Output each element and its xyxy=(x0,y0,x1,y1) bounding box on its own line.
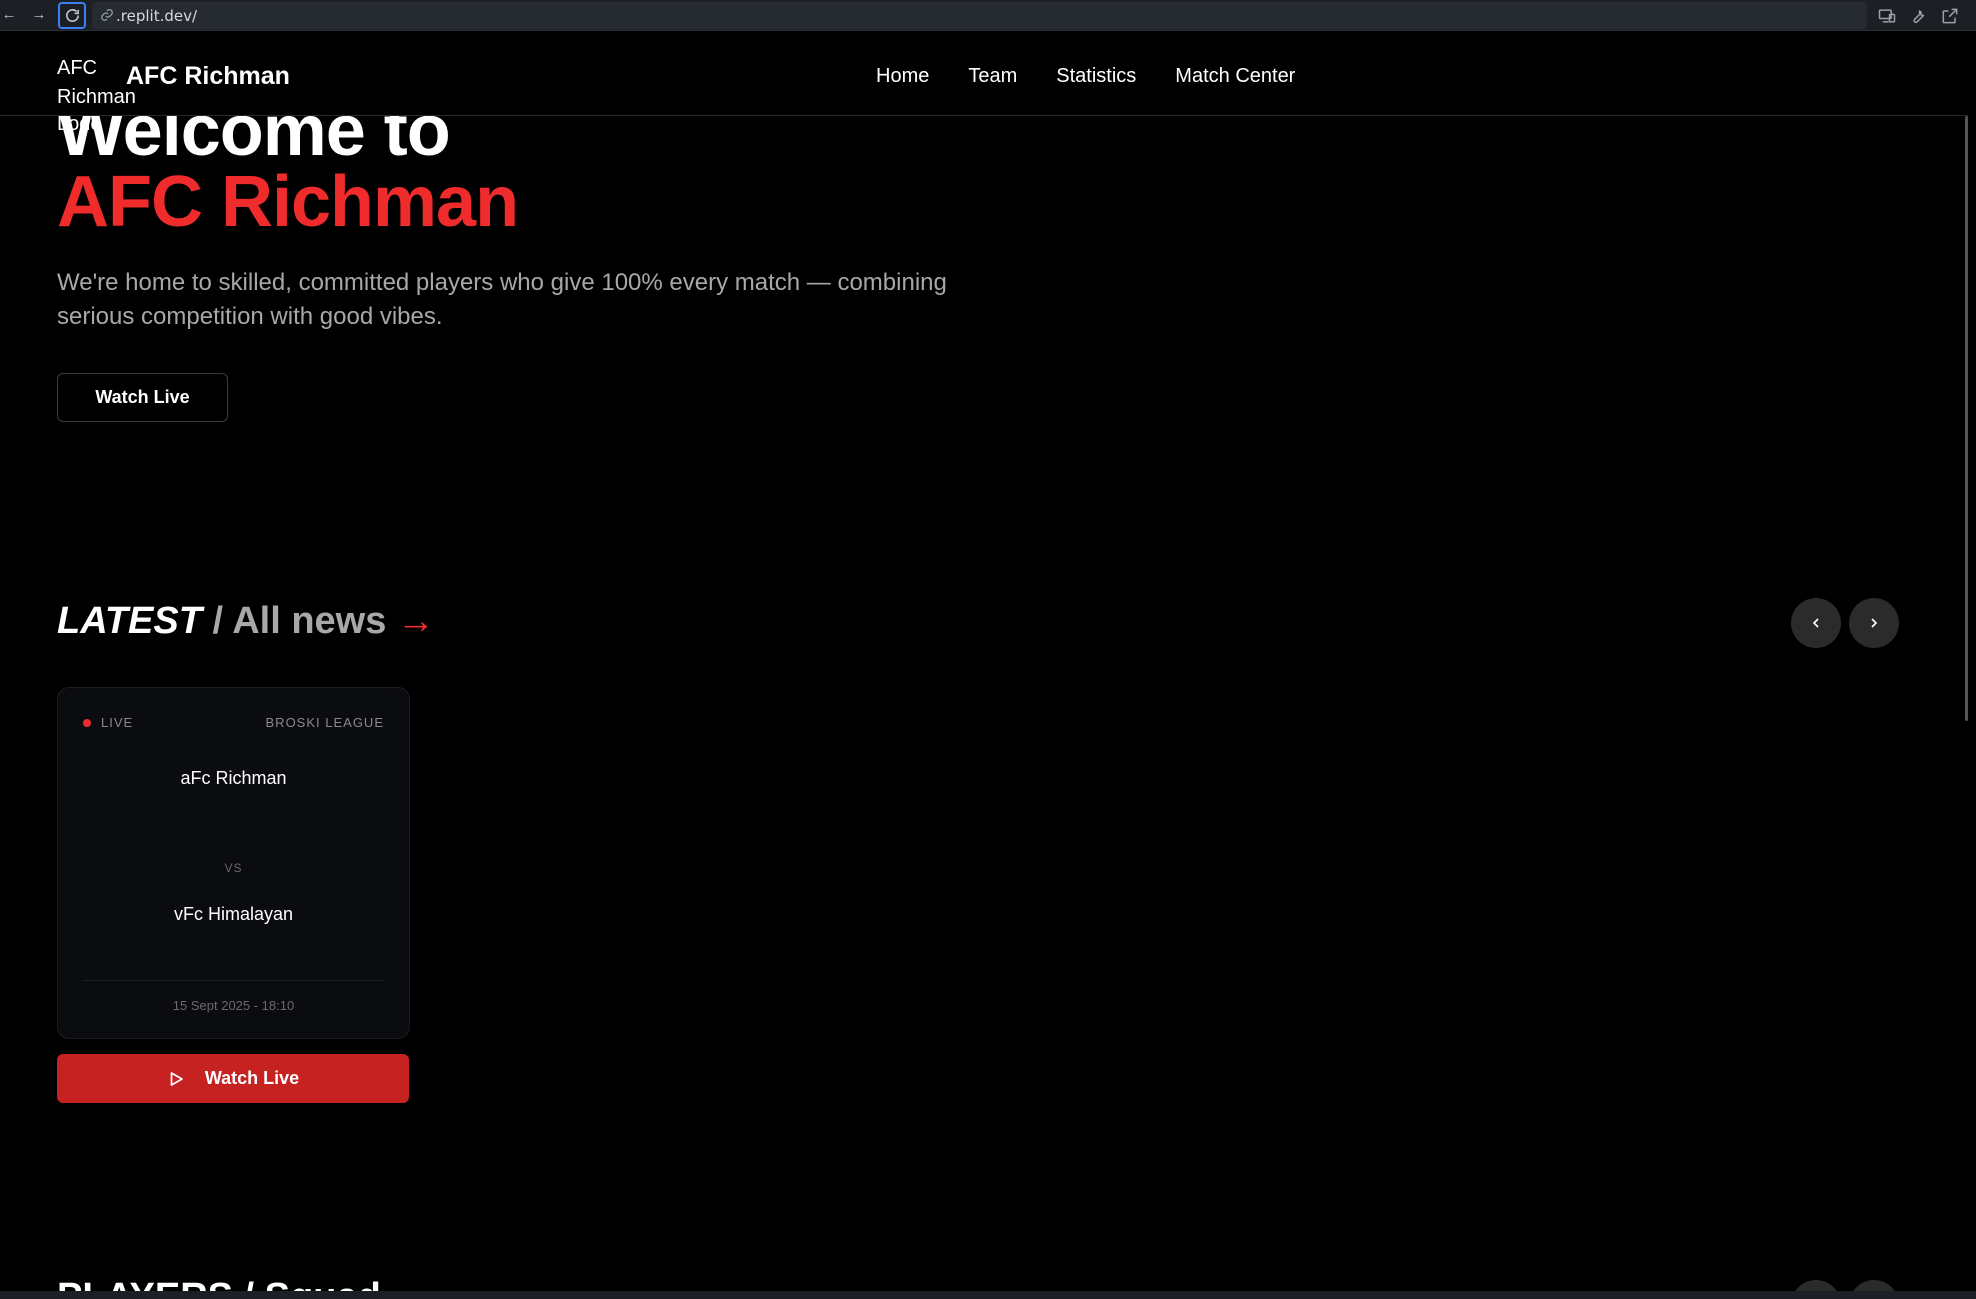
hero-title-line2: AFC Richman xyxy=(57,162,519,242)
main-nav: Home Team Statistics Match Center xyxy=(876,65,1295,88)
all-news-link[interactable]: All news xyxy=(232,600,386,642)
watch-live-label: Watch Live xyxy=(204,1068,300,1088)
chevron-right-icon xyxy=(1871,618,1878,628)
devices-icon[interactable] xyxy=(1877,6,1897,26)
wrench-icon[interactable] xyxy=(1908,6,1928,26)
match-datetime: 15 Sept 2025 - 18:10 xyxy=(172,998,295,1013)
play-icon xyxy=(170,1071,183,1086)
hero-watch-live-button[interactable]: Watch Live xyxy=(57,373,228,422)
all-news-arrow[interactable]: → xyxy=(386,600,435,642)
latest-label: LATEST xyxy=(57,600,202,642)
carousel-next-button[interactable] xyxy=(1849,598,1899,648)
reload-icon xyxy=(66,9,79,22)
hero-subtitle: We're home to skilled, committed players… xyxy=(57,269,947,330)
away-team: vFc Himalayan xyxy=(173,904,294,924)
link-icon xyxy=(101,9,113,21)
browser-bottom-edge xyxy=(0,1291,1976,1299)
live-indicator-dot xyxy=(83,719,91,727)
home-team: aFc Richman xyxy=(180,768,287,788)
logo-alt-overflow: Logo xyxy=(57,113,102,130)
page-scrollbar[interactable] xyxy=(1965,116,1968,721)
site-header: AFC Richman AFC Richman Home Team Statis… xyxy=(0,32,1968,116)
latest-heading: LATEST / All news → xyxy=(57,600,435,643)
league-name: BROSKI LEAGUE xyxy=(265,715,384,730)
live-status: LIVE xyxy=(101,715,134,730)
brand-name[interactable]: AFC Richman xyxy=(126,62,290,91)
vs-label: VS xyxy=(224,861,243,875)
browser-toolbar: ← → .replit.dev/ xyxy=(0,0,1976,31)
url-text: .replit.dev/ xyxy=(116,7,198,25)
nav-home[interactable]: Home xyxy=(876,65,929,88)
external-link-icon[interactable] xyxy=(1940,6,1960,26)
nav-statistics[interactable]: Statistics xyxy=(1056,65,1136,88)
match-watch-live-button[interactable]: Watch Live xyxy=(57,1054,409,1103)
match-card[interactable]: LIVE BROSKI LEAGUE aFc Richman VS vFc Hi… xyxy=(57,687,410,1039)
nav-team[interactable]: Team xyxy=(968,65,1017,88)
nav-match-center[interactable]: Match Center xyxy=(1175,65,1295,88)
back-arrow-icon[interactable]: ← xyxy=(0,6,18,24)
carousel-prev-button[interactable] xyxy=(1791,598,1841,648)
address-bar[interactable]: .replit.dev/ xyxy=(92,2,1867,29)
card-divider xyxy=(82,980,385,981)
reload-button[interactable] xyxy=(58,2,86,29)
latest-separator: / xyxy=(201,600,233,642)
forward-arrow-icon[interactable]: → xyxy=(30,6,48,24)
chevron-left-icon xyxy=(1812,618,1819,628)
